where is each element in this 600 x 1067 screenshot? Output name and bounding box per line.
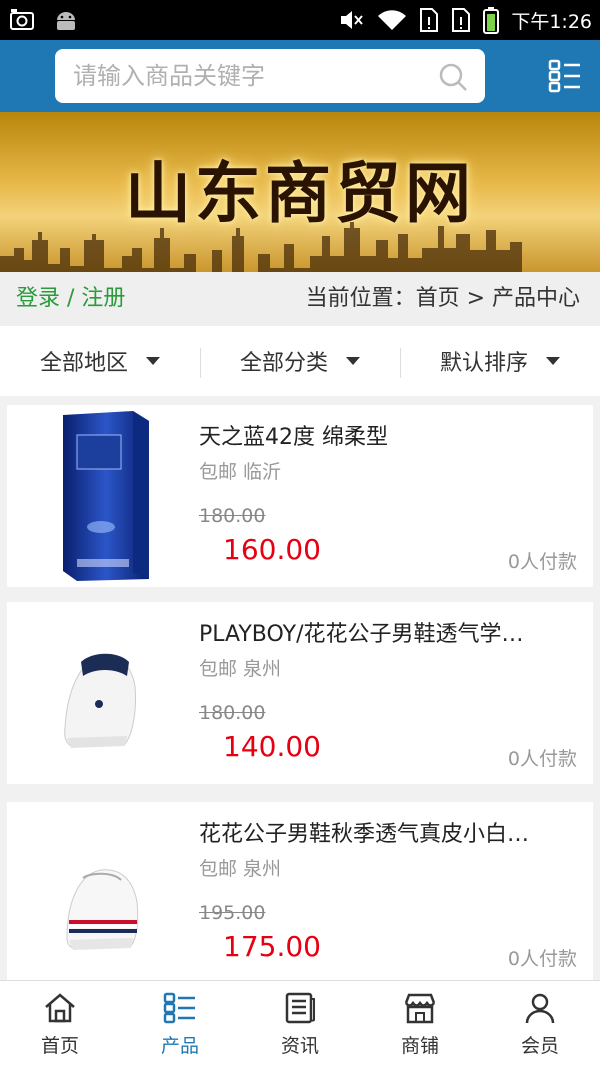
city-skyline-image <box>0 222 522 272</box>
battery-icon <box>483 7 500 34</box>
product-price: 140.00 <box>223 730 321 763</box>
product-price: 175.00 <box>223 930 321 963</box>
product-original-price: 180.00 <box>199 702 266 724</box>
tab-label: 首页 <box>40 1035 79 1057</box>
product-card[interactable]: 天之蓝42度 绵柔型 包邮 临沂 180.00 160.00 0人付款 <box>7 405 593 587</box>
user-icon <box>525 993 555 1024</box>
home-icon <box>45 993 75 1023</box>
tab-label: 资讯 <box>280 1035 319 1057</box>
header: 请输入商品关键字 <box>0 40 600 112</box>
tab-shops[interactable]: 商铺 <box>360 981 480 1067</box>
product-original-price: 195.00 <box>199 902 266 924</box>
product-location: 包邮 临沂 <box>199 461 282 483</box>
product-location: 包邮 泉州 <box>199 658 282 680</box>
product-original-price: 180.00 <box>199 505 266 527</box>
product-title[interactable]: PLAYBOY/花花公子男鞋透气学… <box>199 616 583 648</box>
chevron-down-icon <box>146 357 160 365</box>
tab-label: 会员 <box>520 1035 559 1057</box>
product-sales: 0人付款 <box>507 551 577 573</box>
wifi-icon <box>378 10 407 30</box>
filter-label: 默认排序 <box>439 351 528 376</box>
product-image <box>66 869 139 950</box>
mute-icon <box>341 11 364 29</box>
product-price: 160.00 <box>223 533 321 566</box>
sim-icon <box>420 8 439 32</box>
tab-home[interactable]: 首页 <box>0 981 120 1067</box>
product-image <box>63 411 149 581</box>
list-icon <box>163 992 195 1024</box>
banner[interactable]: 山东商贸网 <box>0 112 600 272</box>
login-register-link[interactable]: 登录 / 注册 <box>16 272 125 326</box>
product-card[interactable]: 花花公子男鞋秋季透气真皮小白… 包邮 泉州 195.00 175.00 0人付款 <box>7 802 593 984</box>
product-sales: 0人付款 <box>507 948 577 970</box>
product-image <box>64 653 136 748</box>
status-time: 下午1:26 <box>511 10 592 33</box>
tab-label: 商铺 <box>400 1035 439 1057</box>
product-sales: 0人付款 <box>507 748 577 770</box>
filter-label: 全部地区 <box>39 351 128 376</box>
product-card[interactable]: PLAYBOY/花花公子男鞋透气学… 包邮 泉州 180.00 140.00 0… <box>7 602 593 784</box>
product-location: 包邮 泉州 <box>199 858 282 880</box>
sim-icon <box>452 8 471 32</box>
news-icon <box>285 992 315 1024</box>
chevron-down-icon <box>546 357 560 365</box>
shop-icon <box>404 993 436 1024</box>
tab-label: 产品 <box>160 1035 199 1057</box>
tab-news[interactable]: 资讯 <box>240 981 360 1067</box>
product-title[interactable]: 花花公子男鞋秋季透气真皮小白… <box>199 816 583 848</box>
tab-member[interactable]: 会员 <box>480 981 600 1067</box>
search-icon[interactable] <box>437 61 469 93</box>
bottom-nav: 首页 产品 资讯 商铺 会员 <box>0 980 600 1067</box>
breadcrumb-bar: 登录 / 注册 当前位置：首页 > 产品中心 <box>0 272 600 326</box>
chevron-down-icon <box>346 357 360 365</box>
breadcrumb: 当前位置：首页 > 产品中心 <box>305 286 580 311</box>
android-icon <box>57 12 75 30</box>
filter-bar: 全部地区 全部分类 默认排序 <box>0 326 600 396</box>
filter-category[interactable]: 全部分类 <box>200 326 400 396</box>
product-title[interactable]: 天之蓝42度 绵柔型 <box>199 419 583 451</box>
filter-label: 全部分类 <box>239 351 328 376</box>
filter-sort[interactable]: 默认排序 <box>400 326 600 396</box>
filter-region[interactable]: 全部地区 <box>0 326 200 396</box>
search-input[interactable]: 请输入商品关键字 <box>73 49 265 103</box>
search-box[interactable]: 请输入商品关键字 <box>55 49 485 103</box>
tab-products[interactable]: 产品 <box>120 981 240 1067</box>
camera-icon <box>10 9 34 30</box>
category-menu-icon[interactable] <box>548 58 582 94</box>
status-bar: 下午1:26 <box>0 0 600 40</box>
